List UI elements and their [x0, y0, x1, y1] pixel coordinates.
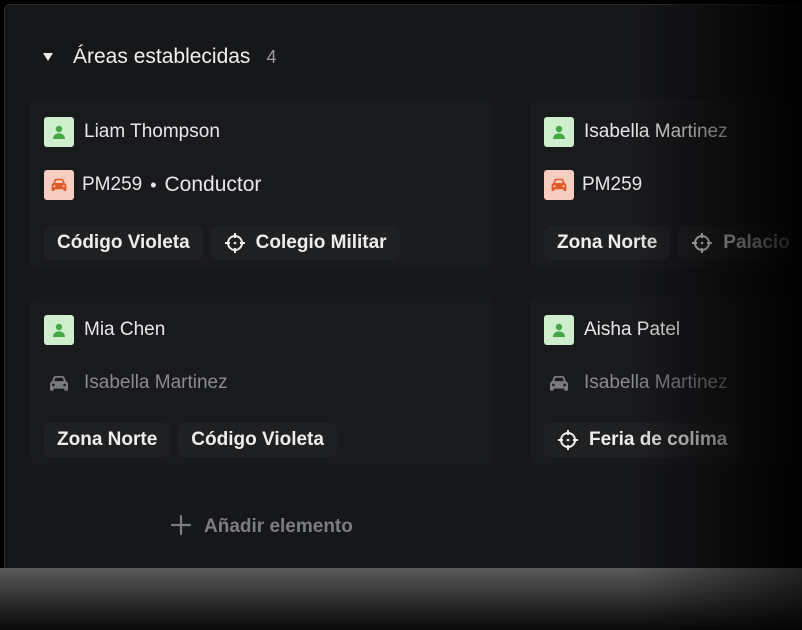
tag-label: Palacio: [723, 232, 790, 253]
car-icon: [44, 170, 74, 200]
tag-label: Código Violeta: [191, 429, 324, 450]
person-name: Isabella Martinez: [584, 121, 728, 142]
crosshair-icon: [691, 232, 713, 254]
assignment-card[interactable]: Liam Thompson PM259 • Conductor Código V…: [30, 100, 492, 268]
vehicle-row: PM259 • Conductor: [44, 170, 261, 200]
person-name: Aisha Patel: [584, 319, 681, 340]
tag-label: Colegio Militar: [255, 232, 387, 253]
tag-chip[interactable]: Zona Norte: [44, 423, 171, 457]
vehicle-role: Conductor: [164, 173, 262, 196]
bottom-bar-fade: [632, 568, 802, 630]
assignment-card[interactable]: Aisha Patel Isabella Martinez Feria de c…: [530, 297, 802, 465]
areas-panel: [4, 4, 802, 579]
person-icon: [544, 117, 574, 147]
car-icon: [544, 368, 574, 398]
crosshair-icon: [224, 232, 246, 254]
tag-label: Código Violeta: [57, 232, 190, 253]
tag-label: Zona Norte: [557, 232, 658, 253]
person-row: Isabella Martinez: [544, 117, 728, 147]
add-element-button[interactable]: Añadir elemento: [170, 512, 353, 542]
tag-list: Zona Norte Palacio: [544, 226, 802, 260]
tag-label: Feria de colima: [589, 429, 728, 450]
crosshair-icon: [557, 429, 579, 451]
car-icon: [44, 368, 74, 398]
plus-icon: [170, 514, 192, 541]
vehicle-code: PM259: [582, 174, 643, 195]
vehicle-person: Isabella Martinez: [84, 372, 228, 393]
vehicle-row: Isabella Martinez: [544, 368, 728, 398]
section-count: 4: [266, 46, 277, 67]
collapse-caret-icon[interactable]: [43, 53, 53, 61]
car-icon: [544, 170, 574, 200]
add-element-label: Añadir elemento: [204, 516, 353, 537]
tag-chip[interactable]: Feria de colima: [544, 423, 741, 457]
tag-list: Feria de colima: [544, 423, 748, 457]
vehicle-code: PM259: [82, 174, 143, 195]
person-row: Liam Thompson: [44, 117, 220, 147]
tag-chip[interactable]: Colegio Militar: [210, 226, 400, 260]
window-frame: Áreas establecidas 4 Liam Thompson PM259…: [0, 0, 802, 630]
section-title: Áreas establecidas: [73, 45, 251, 68]
tag-chip[interactable]: Zona Norte: [544, 226, 671, 260]
tag-label: Zona Norte: [57, 429, 158, 450]
assignment-card[interactable]: Mia Chen Isabella Martinez Zona Norte Có…: [30, 297, 492, 465]
tag-chip[interactable]: Código Violeta: [178, 423, 337, 457]
vehicle-row: PM259: [544, 170, 642, 200]
person-name: Liam Thompson: [84, 121, 220, 142]
person-row: Aisha Patel: [544, 315, 680, 345]
vehicle-row: Isabella Martinez: [44, 368, 228, 398]
tag-list: Código Violeta Colegio Militar: [44, 226, 408, 260]
assignment-card[interactable]: Isabella Martinez PM259 Zona Norte Palac…: [530, 100, 802, 268]
section-header[interactable]: Áreas establecidas 4: [40, 40, 276, 74]
tag-chip[interactable]: Código Violeta: [44, 226, 203, 260]
tag-chip[interactable]: Palacio: [678, 226, 802, 260]
separator-dot: •: [150, 174, 157, 195]
person-icon: [44, 117, 74, 147]
person-icon: [44, 315, 74, 345]
vehicle-person: Isabella Martinez: [584, 372, 728, 393]
person-icon: [544, 315, 574, 345]
tag-list: Zona Norte Código Violeta: [44, 423, 345, 457]
person-row: Mia Chen: [44, 315, 165, 345]
person-name: Mia Chen: [84, 319, 166, 340]
